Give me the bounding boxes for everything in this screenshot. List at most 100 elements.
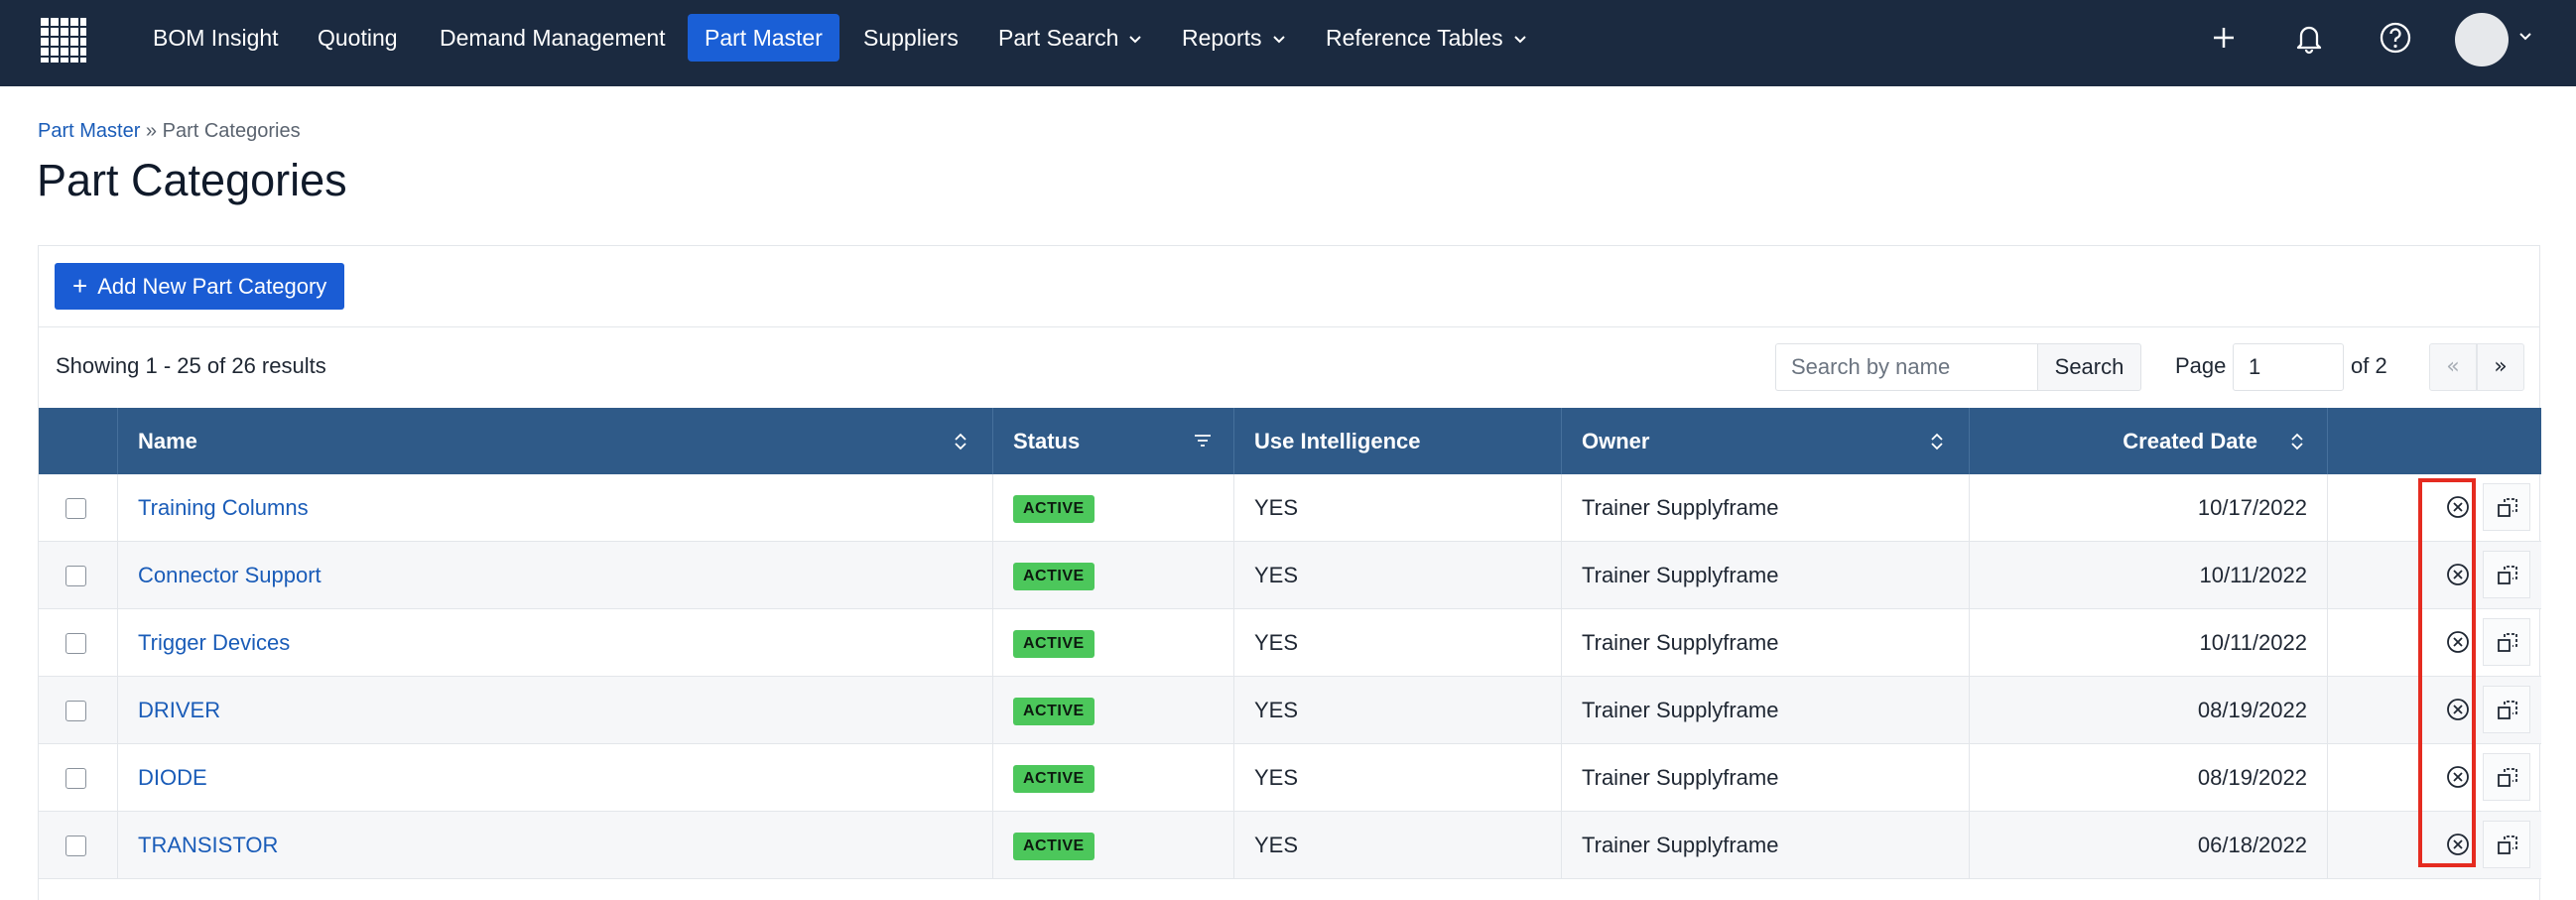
owner-cell: Trainer Supplyframe — [1562, 609, 1970, 676]
row-checkbox[interactable] — [65, 836, 86, 856]
chevron-down-icon — [1129, 36, 1142, 44]
nav-reports[interactable]: Reports — [1165, 14, 1303, 62]
breadcrumb-link-part-master[interactable]: Part Master — [38, 120, 140, 142]
actions-cell — [2328, 609, 2541, 676]
bell-icon[interactable] — [2289, 18, 2329, 58]
nav-demand-management[interactable]: Demand Management — [423, 14, 683, 62]
deactivate-button[interactable] — [2434, 483, 2482, 531]
category-name-link[interactable]: Connector Support — [138, 563, 322, 587]
select-cell — [39, 677, 118, 743]
circle-x-icon — [2447, 766, 2469, 788]
help-icon[interactable] — [2376, 18, 2415, 58]
next-page-button[interactable]: » — [2477, 343, 2524, 391]
name-cell: Trigger Devices — [118, 609, 993, 676]
name-cell: TRANSISTOR — [118, 812, 993, 878]
use-intelligence-cell: YES — [1234, 609, 1562, 676]
name-cell: DIODE — [118, 744, 993, 811]
row-checkbox[interactable] — [65, 701, 86, 721]
category-name-link[interactable]: DIODE — [138, 765, 207, 790]
previous-page-button[interactable]: « — [2429, 343, 2477, 391]
sort-icon[interactable] — [1930, 433, 1944, 450]
page-label: Page — [2175, 353, 2227, 378]
deactivate-button[interactable] — [2434, 551, 2482, 598]
copy-icon — [2498, 498, 2517, 517]
header-status-label: Status — [1013, 429, 1081, 453]
nav-part-search-label: Part Search — [998, 25, 1119, 51]
created-date-cell: 10/11/2022 — [1970, 609, 2328, 676]
category-name-link[interactable]: DRIVER — [138, 698, 220, 722]
status-cell: ACTIVE — [993, 812, 1234, 878]
copy-button[interactable] — [2483, 618, 2530, 666]
owner-cell: Trainer Supplyframe — [1562, 744, 1970, 811]
nav-suppliers[interactable]: Suppliers — [846, 14, 975, 62]
table-row: Trigger Devices ACTIVE YES Trainer Suppl… — [39, 609, 2541, 677]
header-owner[interactable]: Owner — [1562, 408, 1970, 474]
row-checkbox[interactable] — [65, 768, 86, 789]
add-button-label: Add New Part Category — [97, 274, 327, 299]
category-name-link[interactable]: TRANSISTOR — [138, 833, 278, 857]
nav-part-search[interactable]: Part Search — [981, 14, 1159, 62]
circle-x-icon — [2447, 564, 2469, 585]
nav-bom-insight[interactable]: BOM Insight — [136, 14, 296, 62]
name-cell: DRIVER — [118, 677, 993, 743]
search-input[interactable] — [1775, 343, 2037, 391]
part-categories-panel: + Add New Part Category Showing 1 - 25 of… — [38, 245, 2541, 900]
status-badge: ACTIVE — [1013, 495, 1095, 524]
use-intelligence-cell: YES — [1234, 744, 1562, 811]
circle-x-icon — [2447, 496, 2469, 518]
page-total-label: of 2 — [2351, 353, 2387, 378]
header-use-intelligence: Use Intelligence — [1234, 408, 1562, 474]
select-cell — [39, 542, 118, 608]
copy-button[interactable] — [2483, 821, 2530, 868]
select-cell — [39, 812, 118, 878]
add-new-part-category-button[interactable]: + Add New Part Category — [55, 263, 345, 310]
header-status[interactable]: Status — [993, 408, 1234, 474]
circle-x-icon — [2447, 834, 2469, 855]
created-date-cell: 08/19/2022 — [1970, 744, 2328, 811]
select-cell — [39, 744, 118, 811]
actions-cell — [2328, 542, 2541, 608]
search-button[interactable]: Search — [2037, 343, 2141, 391]
created-date-cell: 10/17/2022 — [1970, 474, 2328, 541]
breadcrumb-current: Part Categories — [162, 120, 301, 142]
name-cell: Training Columns — [118, 474, 993, 541]
table-header: Name Status Use Intelligence Owner Creat… — [39, 408, 2541, 474]
category-name-link[interactable]: Trigger Devices — [138, 630, 290, 655]
actions-cell — [2328, 812, 2541, 878]
avatar[interactable] — [2455, 13, 2509, 66]
row-checkbox[interactable] — [65, 633, 86, 654]
use-intelligence-cell: YES — [1234, 677, 1562, 743]
chevron-down-icon — [1272, 36, 1285, 44]
deactivate-button[interactable] — [2434, 618, 2482, 666]
page-number-input[interactable] — [2233, 343, 2344, 391]
filter-icon[interactable] — [1194, 433, 1212, 449]
copy-icon — [2498, 633, 2517, 652]
owner-cell: Trainer Supplyframe — [1562, 677, 1970, 743]
deactivate-button[interactable] — [2434, 753, 2482, 801]
row-checkbox[interactable] — [65, 498, 86, 519]
header-name[interactable]: Name — [118, 408, 993, 474]
status-cell: ACTIVE — [993, 677, 1234, 743]
copy-button[interactable] — [2483, 753, 2530, 801]
header-created-date[interactable]: Created Date — [1970, 408, 2328, 474]
owner-cell: Trainer Supplyframe — [1562, 542, 1970, 608]
copy-icon — [2498, 701, 2517, 719]
category-name-link[interactable]: Training Columns — [138, 495, 309, 520]
nav-reference-tables[interactable]: Reference Tables — [1309, 14, 1544, 62]
copy-button[interactable] — [2483, 551, 2530, 598]
grid-logo-icon[interactable] — [38, 15, 89, 64]
copy-button[interactable] — [2483, 686, 2530, 733]
deactivate-button[interactable] — [2434, 686, 2482, 733]
sort-icon[interactable] — [2290, 433, 2304, 450]
chevron-down-icon[interactable] — [2518, 32, 2532, 42]
nav-quoting[interactable]: Quoting — [301, 14, 415, 62]
header-owner-label: Owner — [1582, 429, 1650, 453]
owner-cell: Trainer Supplyframe — [1562, 812, 1970, 878]
sort-icon[interactable] — [954, 433, 967, 450]
row-checkbox[interactable] — [65, 566, 86, 586]
plus-icon[interactable] — [2204, 18, 2244, 58]
nav-part-master[interactable]: Part Master — [688, 14, 839, 62]
status-cell: ACTIVE — [993, 609, 1234, 676]
deactivate-button[interactable] — [2434, 821, 2482, 868]
copy-button[interactable] — [2483, 483, 2530, 531]
